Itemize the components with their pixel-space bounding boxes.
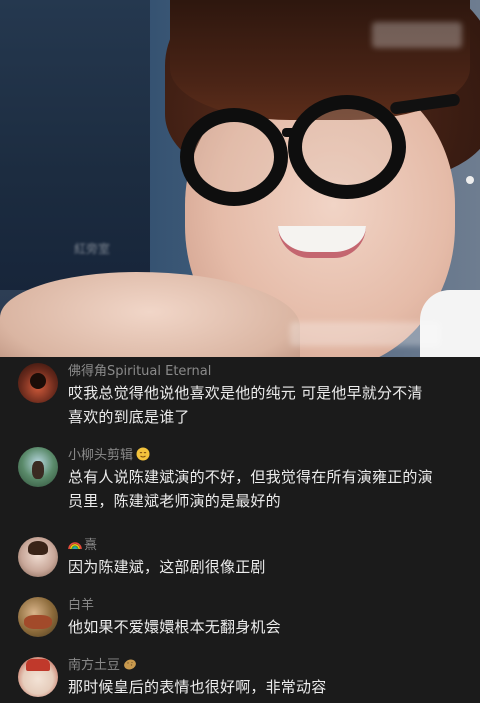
video-watermark: 紅旁室 (74, 242, 111, 256)
comment-username[interactable]: 小柳头剪辑 (68, 447, 468, 465)
comment-text: 他如果不爱嬛嬛根本无翻身机会 (68, 615, 468, 639)
comment-text: 哎我总觉得他说他喜欢是他的纯元 可是他早就分不清 喜欢的到底是谁了 (68, 381, 468, 429)
video-frame[interactable]: 紅旁室 (0, 0, 480, 357)
avatar-figure (30, 373, 46, 389)
blurred-caption (290, 322, 440, 346)
blurred-watermark-top (372, 22, 462, 48)
smiling-face-icon (136, 447, 150, 461)
avatar[interactable] (18, 657, 58, 697)
potato-icon (124, 659, 136, 670)
comment-username[interactable]: 白羊 (68, 597, 468, 615)
comment-text-line: 哎我总觉得他说他喜欢是他的纯元 可是他早就分不清 (68, 384, 423, 402)
comment-username-text: 小柳头剪辑 (68, 448, 134, 463)
comment-username-text: 熹 (84, 538, 98, 553)
comment-item: 南方土豆 那时候皇后的表情也很好啊，非常动容 (0, 643, 480, 703)
earring (466, 176, 474, 184)
avatar[interactable] (18, 537, 58, 577)
comment-text-line: 那时候皇后的表情也很好啊，非常动容 (68, 678, 327, 696)
avatar-headdress (26, 659, 50, 671)
comment-text: 因为陈建斌，这部剧很像正剧 (68, 555, 468, 579)
comment-username[interactable]: 熹 (68, 537, 468, 555)
comment-item: 熹 因为陈建斌，这部剧很像正剧 (0, 523, 480, 583)
comment-item: 佛得角Spiritual Eternal 哎我总觉得他说他喜欢是他的纯元 可是他… (0, 357, 480, 426)
comment-text-line: 总有人说陈建斌演的不好，但我觉得在所有演雍正的演 (68, 468, 433, 486)
rainbow-icon (68, 542, 82, 550)
glasses-left-lens (180, 108, 288, 206)
avatar[interactable] (18, 597, 58, 637)
comment-item: 白羊 他如果不爱嬛嬛根本无翻身机会 (0, 583, 480, 643)
avatar[interactable] (18, 447, 58, 487)
avatar-figure (24, 615, 52, 629)
comment-username-text: 南方土豆 (68, 658, 121, 673)
comment-list: 佛得角Spiritual Eternal 哎我总觉得他说他喜欢是他的纯元 可是他… (0, 357, 480, 703)
comment-text-line: 他如果不爱嬛嬛根本无翻身机会 (68, 618, 281, 636)
glasses-bridge (282, 128, 304, 137)
comment-text: 总有人说陈建斌演的不好，但我觉得在所有演雍正的演 员里，陈建斌老师演的是最好的 (68, 465, 468, 513)
avatar[interactable] (18, 363, 58, 403)
avatar-hair (28, 541, 48, 555)
comment-username[interactable]: 佛得角Spiritual Eternal (68, 363, 468, 381)
comment-item: 小柳头剪辑 总有人说陈建斌演的不好，但我觉得在所有演雍正的演 员里，陈建斌老师演… (0, 425, 480, 523)
avatar-figure (32, 461, 44, 479)
comment-username[interactable]: 南方土豆 (68, 657, 468, 675)
comment-text: 那时候皇后的表情也很好啊，非常动容 (68, 675, 468, 699)
comment-text-line: 员里，陈建斌老师演的是最好的 (68, 492, 281, 510)
comment-text-line: 因为陈建斌，这部剧很像正剧 (68, 558, 266, 576)
glasses-right-lens (288, 95, 406, 199)
